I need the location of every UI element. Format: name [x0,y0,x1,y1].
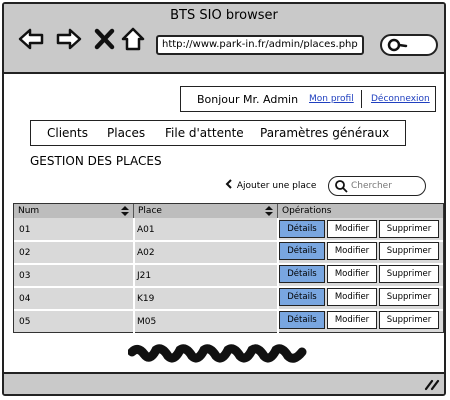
back-arrow-icon[interactable] [18,26,44,52]
add-place-button[interactable]: Ajouter une place [224,179,316,191]
header-label: Place [138,206,162,216]
menu-item-queue[interactable]: File d'attente [165,126,244,140]
row-num: 02 [19,248,31,258]
delete-button[interactable]: Supprimer [379,311,439,329]
search-icon [335,180,348,193]
browser-toolbar: BTS SIO browser http://www.park-in.fr/ad… [4,4,444,74]
details-button[interactable]: Détails [279,242,325,260]
sort-icon[interactable] [120,205,130,217]
add-place-label: Ajouter une place [236,181,317,191]
pagination-scribble [128,344,307,363]
row-place: J21 [137,271,152,281]
close-x-icon[interactable] [92,26,118,52]
delete-button[interactable]: Supprimer [379,265,439,283]
delete-button[interactable]: Supprimer [379,288,439,306]
user-bar: Bonjour Mr. Admin Mon profil Déconnexion [180,86,436,112]
address-bar[interactable]: http://www.park-in.fr/admin/places.php [156,35,364,55]
details-button[interactable]: Détails [279,311,325,329]
search-placeholder: Chercher [351,181,392,191]
row-place: A02 [137,248,155,258]
profile-link[interactable]: Mon profil [309,94,354,104]
delete-button[interactable]: Supprimer [379,220,439,238]
menu-item-places[interactable]: Places [107,126,145,140]
chevron-left-icon [225,179,232,189]
row-num: 01 [19,225,31,235]
edit-button[interactable]: Modifier [327,311,377,329]
search-icon [387,38,408,52]
window-title: BTS SIO browser [170,8,278,23]
page-title: GESTION DES PLACES [30,154,162,168]
edit-button[interactable]: Modifier [327,242,377,260]
sort-icon[interactable] [264,205,274,217]
column-header-place[interactable]: Place [134,204,278,218]
header-label: Opérations [282,206,332,216]
column-header-num[interactable]: Num [14,204,134,218]
delete-button[interactable]: Supprimer [379,242,439,260]
header-label: Num [18,206,40,216]
divider [361,90,362,108]
main-menu: Clients Places File d'attente Paramètres… [30,120,406,146]
details-button[interactable]: Détails [279,220,325,238]
places-table: Num Place Opérations 01 A01 Détails Modi… [13,203,444,334]
menu-item-clients[interactable]: Clients [47,126,88,140]
row-place: K19 [137,294,155,304]
search-input[interactable]: Chercher [328,176,426,196]
details-button[interactable]: Détails [279,288,325,306]
row-place: M05 [137,317,157,327]
browser-window: BTS SIO browser http://www.park-in.fr/ad… [2,2,446,396]
forward-arrow-icon[interactable] [56,26,82,52]
greeting: Bonjour Mr. Admin [197,93,299,106]
column-divider [133,218,135,334]
column-header-ops: Opérations [278,204,443,218]
edit-button[interactable]: Modifier [327,265,377,283]
resize-grip-icon[interactable] [422,377,440,391]
row-num: 05 [19,317,31,327]
edit-button[interactable]: Modifier [327,220,377,238]
browser-search-button[interactable] [380,34,438,56]
row-num: 04 [19,294,31,304]
edit-button[interactable]: Modifier [327,288,377,306]
row-num: 03 [19,271,31,281]
status-bar [4,372,444,394]
home-icon[interactable] [120,26,146,52]
menu-item-settings[interactable]: Paramètres généraux [260,126,389,140]
row-place: A01 [137,225,155,235]
details-button[interactable]: Détails [279,265,325,283]
logout-link[interactable]: Déconnexion [371,94,430,104]
